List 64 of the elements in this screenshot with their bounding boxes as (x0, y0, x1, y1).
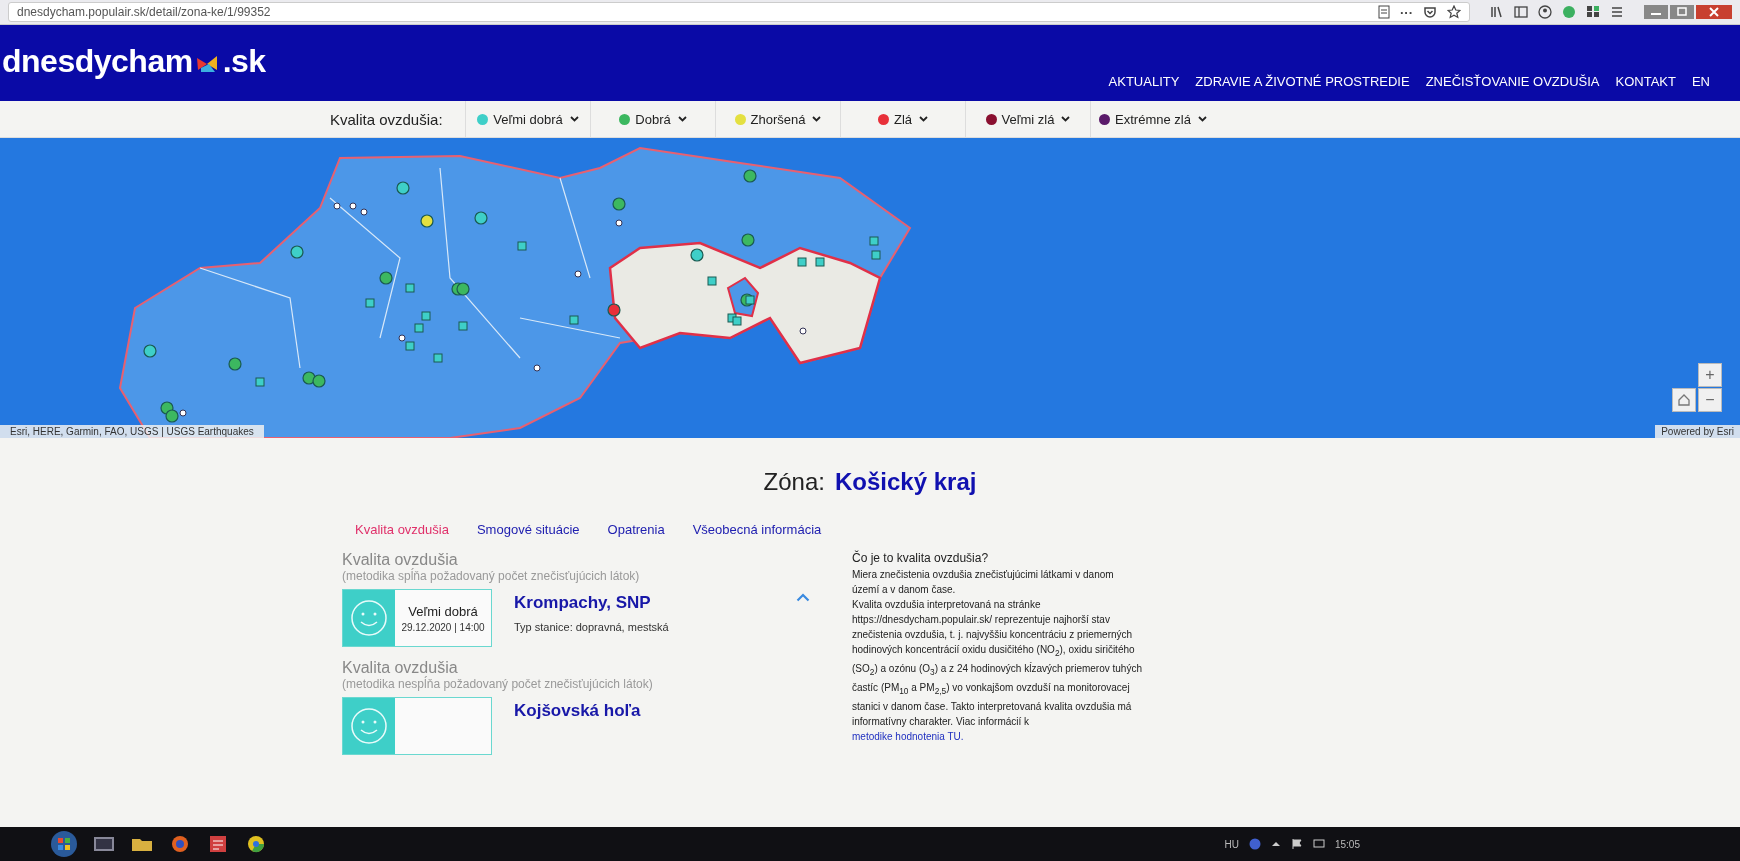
caret-icon (569, 116, 579, 122)
measurement-time: 29.12.2020 | 14:00 (401, 621, 485, 633)
minimize-icon[interactable] (1644, 5, 1668, 19)
station-type: Typ stanice: dopravná, mestská (514, 621, 670, 633)
language-indicator[interactable]: HU (1224, 838, 1239, 850)
library-icon[interactable] (1490, 5, 1504, 19)
powered-by-text: Powered by Esri (1655, 425, 1740, 438)
reader-icon[interactable] (1378, 5, 1390, 19)
tab[interactable]: Kvalita ovzdušia (355, 522, 449, 537)
maximize-icon[interactable] (1670, 5, 1694, 19)
chevron-up-icon (796, 593, 810, 602)
smiley-icon (349, 706, 389, 746)
info-paragraph: Miera znečistenia ovzdušia znečisťujúcimi látkami v danom území a v danom čase. (852, 568, 1115, 597)
clock[interactable]: 15:05 (1334, 838, 1360, 850)
monitor-icon[interactable] (92, 834, 116, 854)
nav-link[interactable]: AKTUALITY (1108, 74, 1180, 89)
zoom-out-button[interactable]: − (1698, 388, 1722, 412)
nav-link[interactable]: EN (1691, 74, 1710, 89)
station-name[interactable]: Krompachy, SNP (514, 589, 774, 613)
sidebar-icon[interactable] (1514, 5, 1528, 19)
section-subtitle: (metodika spĺňa požadovaný počet znečisťujúcich látok) (342, 569, 641, 583)
map-attribution: Esri, HERE, Garmin, FAO, USGS | USGS Earthquakes (0, 425, 264, 438)
section-subtitle: (metodika nespĺňa požadovaný počet znečisťujúcich látok) (342, 677, 654, 691)
menu-icon[interactable] (1610, 5, 1624, 19)
logo-suffix[interactable]: .sk (222, 43, 266, 80)
close-icon[interactable] (1696, 5, 1732, 19)
map-drawing[interactable] (0, 138, 1740, 438)
more-button[interactable]: ··· (1400, 4, 1413, 20)
tab[interactable]: Smogové situácie (476, 522, 580, 537)
home-button[interactable] (1672, 388, 1696, 412)
tray-arrow-icon[interactable] (1270, 839, 1281, 849)
caret-icon (919, 116, 929, 122)
smiley-icon (349, 598, 389, 638)
pocket-icon[interactable] (1423, 5, 1437, 19)
info-paragraph: Kvalita ovzdušia interpretovaná na stránke https://dnesdycham.populair.sk/ reprezentuje najhorší stav znečistenia ovzdušia, t. j. najvyššiu koncentráciu z priemerných hodinových koncentrácií oxidu dusičitého (NO$_{2}$), oxidu siričitého (SO$_{2}$) a ozónu (O$_{3}$) a z 24 hodinových kĺzavých priemerov tuhých častíc (PM$_{10}$ a PM$_{2,5}$) vo vonkajšom ovzduší na monitorovacej stanici v danom čase. Takto interpretovaná kvalita ovzdušia má informatívny charakter. Viac informácií k metodike hodnotenia TU. (852, 598, 1142, 744)
section-title: Kvalita ovzdušia (342, 551, 459, 568)
zoom-in-button[interactable]: + (1698, 363, 1722, 387)
caret-icon (677, 116, 687, 122)
nav-link[interactable]: ZDRAVIE A ŽIVOTNÉ PROSTREDIE (1195, 74, 1410, 89)
logo-text[interactable]: dnesdycham (2, 43, 193, 80)
info-title: Čo je to kvalita ovzdušia? (852, 551, 990, 565)
collapse-button[interactable] (796, 593, 812, 604)
caret-icon (1197, 116, 1207, 122)
url-text: dnesdycham.populair.sk/detail/zona-ke/1/99352 (17, 5, 272, 19)
home-icon (1678, 394, 1690, 406)
nav-link[interactable]: KONTAKT (1615, 74, 1676, 89)
star-icon[interactable] (1447, 5, 1461, 19)
tab[interactable]: Opatrenia (607, 522, 665, 537)
quality-card[interactable]: Veľmi dobrá 29.12.2020 | 14:00 (342, 589, 492, 647)
legend-label: Kvalita ovzdušia: (330, 110, 444, 128)
caret-icon (1061, 116, 1071, 122)
nav-link[interactable]: ZNEČISŤOVANIE OVZDUŠIA (1425, 74, 1600, 89)
methodology-link[interactable]: metodike hodnotenia TU. (852, 731, 964, 742)
tab[interactable]: Všeobecná informácia (692, 522, 822, 537)
start-button-icon[interactable] (50, 830, 78, 858)
zone-name: Košický kraj (834, 468, 977, 496)
section-title: Kvalita ovzdušia (342, 659, 459, 676)
account-icon[interactable] (1538, 5, 1552, 19)
station-name[interactable]: Kojšovská hoľa (514, 697, 774, 721)
quality-label: Veľmi dobrá (408, 603, 478, 619)
address-bar[interactable]: dnesdycham.populair.sk/detail/zona-ke/1/99352 ··· (8, 2, 1470, 22)
flag-icon[interactable] (1290, 838, 1303, 850)
caret-icon (812, 116, 822, 122)
zone-label: Zóna: (763, 468, 825, 496)
